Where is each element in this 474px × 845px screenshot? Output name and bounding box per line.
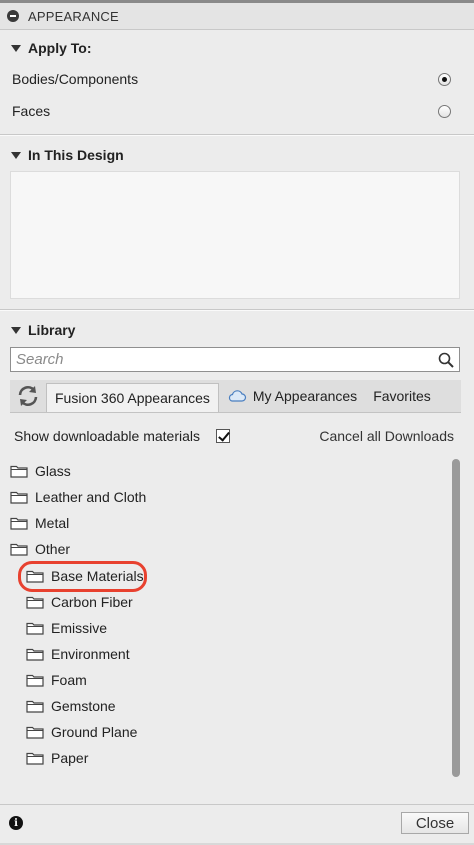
show-downloadable-checkbox[interactable] [216, 429, 230, 443]
search-input[interactable] [11, 348, 437, 371]
collapse-panel-icon[interactable] [7, 10, 19, 22]
collapse-triangle-icon[interactable] [11, 44, 21, 52]
folder-label: Ground Plane [51, 724, 138, 740]
folder-label: Paper [51, 750, 89, 766]
folder-label: Environment [51, 646, 130, 662]
folder-label: Carbon Fiber [51, 594, 133, 610]
folder-item-carbon-fiber[interactable]: Carbon Fiber [26, 591, 133, 613]
folder-item-other[interactable]: Other [10, 538, 70, 560]
divider-highlight [0, 310, 474, 311]
folder-item-environment[interactable]: Environment [26, 643, 130, 665]
folder-icon [26, 726, 44, 739]
footer-divider [0, 804, 474, 805]
radio-label-faces: Faces [12, 103, 51, 119]
folder-label: Emissive [51, 620, 108, 636]
folder-icon [10, 491, 28, 504]
folder-label: Metal [35, 515, 70, 531]
radio-label-bodies: Bodies/Components [12, 71, 139, 87]
refresh-button[interactable] [10, 380, 46, 412]
cancel-all-downloads-button[interactable]: Cancel all Downloads [319, 428, 454, 444]
folder-label: Glass [35, 463, 71, 479]
tab-label: Fusion 360 Appearances [55, 390, 210, 406]
section-library[interactable]: Library [0, 318, 474, 342]
folder-icon [10, 465, 28, 478]
library-heading: Library [28, 322, 76, 338]
close-button[interactable]: Close [401, 812, 469, 834]
radio-row-faces[interactable]: Faces [12, 100, 462, 122]
folder-item-metal[interactable]: Metal [10, 512, 69, 534]
folder-label: Other [35, 541, 71, 557]
divider-highlight [0, 135, 474, 136]
cloud-icon [228, 390, 246, 402]
folder-icon [26, 752, 44, 765]
show-downloadable-label: Show downloadable materials [14, 428, 200, 444]
tab-label: Favorites [373, 388, 431, 404]
tab-label: My Appearances [252, 388, 358, 404]
collapse-triangle-icon[interactable] [11, 326, 21, 334]
folder-icon [26, 700, 44, 713]
folder-label: Gemstone [51, 698, 116, 714]
section-apply-to[interactable]: Apply To: [0, 36, 474, 60]
folder-item-emissive[interactable]: Emissive [26, 617, 107, 639]
tab-my-appearances[interactable]: My Appearances [219, 380, 365, 412]
folder-label: Leather and Cloth [35, 489, 147, 505]
folder-icon [26, 648, 44, 661]
folder-icon [10, 517, 28, 530]
apply-to-heading: Apply To: [28, 40, 92, 56]
section-in-this-design[interactable]: In This Design [0, 143, 474, 167]
folder-item-paper[interactable]: Paper [26, 747, 88, 769]
folder-item-foam[interactable]: Foam [26, 669, 87, 691]
radio-faces[interactable] [438, 104, 451, 118]
info-icon[interactable]: i [9, 816, 23, 830]
collapse-triangle-icon[interactable] [11, 151, 21, 159]
in-this-design-area[interactable] [10, 171, 460, 299]
panel-header: APPEARANCE [0, 3, 474, 30]
folder-tree: Glass Leather and Cloth Metal Other Base… [0, 458, 450, 780]
download-options-row: Show downloadable materials Cancel all D… [14, 425, 454, 447]
folder-label: Foam [51, 672, 87, 688]
radio-bodies-components[interactable] [438, 72, 451, 86]
folder-icon [10, 543, 28, 556]
radio-row-bodies[interactable]: Bodies/Components [12, 68, 462, 90]
tab-fusion-360-appearances[interactable]: Fusion 360 Appearances [46, 383, 219, 412]
folder-icon [26, 596, 44, 609]
refresh-icon [18, 386, 38, 406]
scrollbar-thumb[interactable] [452, 459, 460, 777]
tab-favorites[interactable]: Favorites [365, 380, 439, 412]
annotation-highlight-ring [18, 561, 147, 592]
library-tabs: Fusion 360 Appearances My Appearances Fa… [10, 380, 461, 413]
folder-icon [26, 674, 44, 687]
search-icon[interactable] [437, 351, 455, 369]
panel-title: APPEARANCE [28, 8, 119, 24]
folder-item-ground-plane[interactable]: Ground Plane [26, 721, 137, 743]
folder-icon [26, 622, 44, 635]
folder-item-gemstone[interactable]: Gemstone [26, 695, 116, 717]
folder-item-glass[interactable]: Glass [10, 460, 71, 482]
search-box[interactable] [10, 347, 460, 372]
folder-item-leather-and-cloth[interactable]: Leather and Cloth [10, 486, 146, 508]
in-this-design-heading: In This Design [28, 147, 124, 163]
